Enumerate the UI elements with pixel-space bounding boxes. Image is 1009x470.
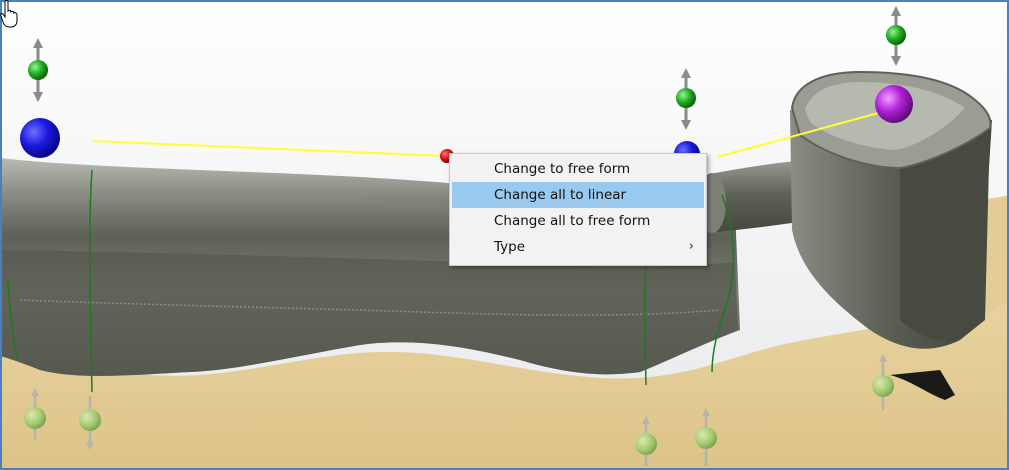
menu-item-change-to-free-form[interactable]: Change to free form: [452, 156, 704, 182]
menu-item-label: Change all to free form: [494, 213, 651, 229]
mouse-pointer-icon: [0, 0, 18, 28]
menu-item-label: Type: [494, 239, 526, 255]
menu-item-label: Change all to linear: [494, 187, 627, 203]
menu-item-change-all-to-free-form[interactable]: Change all to free form: [452, 208, 704, 234]
menu-item-type[interactable]: Type ›: [452, 234, 704, 260]
chevron-right-icon: ›: [688, 239, 694, 254]
menu-item-label: Change to free form: [494, 161, 631, 177]
context-menu: Change to free form Change all to linear…: [449, 153, 707, 266]
menu-item-change-all-to-linear[interactable]: Change all to linear: [452, 182, 704, 208]
magenta-control-point-icon[interactable]: [875, 85, 913, 123]
3d-viewport[interactable]: Change to free form Change all to linear…: [0, 0, 1009, 470]
blue-control-point-icon[interactable]: [20, 118, 60, 158]
